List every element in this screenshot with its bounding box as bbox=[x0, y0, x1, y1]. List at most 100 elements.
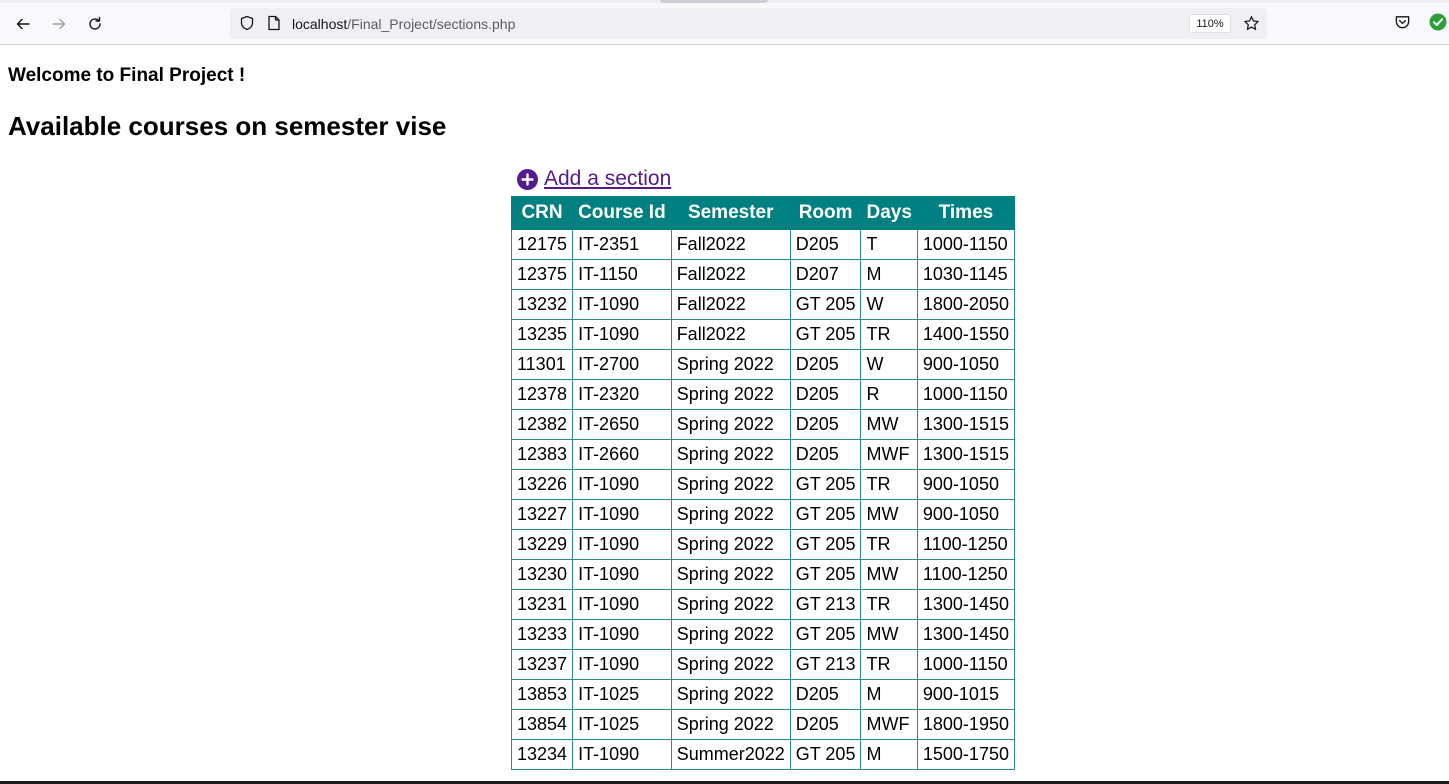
cell-course-id: IT-2700 bbox=[572, 349, 672, 380]
cell-room: GT 205 bbox=[789, 499, 862, 530]
pocket-icon[interactable] bbox=[1394, 14, 1411, 31]
page-title: Available courses on semester vise bbox=[8, 111, 447, 141]
cell-times: 1300-1450 bbox=[916, 619, 1015, 650]
cell-crn: 13237 bbox=[510, 649, 574, 680]
cell-crn: 12175 bbox=[510, 229, 574, 260]
page-icon[interactable] bbox=[267, 15, 281, 31]
cell-times: 1800-1950 bbox=[916, 709, 1015, 740]
table-row: 13226 IT-1090 Spring 2022 GT 205 TR 900-1050 bbox=[510, 469, 1015, 500]
cell-crn: 13227 bbox=[510, 499, 574, 530]
cell-semester: Spring 2022 bbox=[670, 349, 791, 380]
cell-crn: 13233 bbox=[510, 619, 574, 650]
cell-crn: 13235 bbox=[510, 319, 574, 350]
cell-crn: 13229 bbox=[510, 529, 574, 560]
cell-course-id: IT-1090 bbox=[572, 559, 672, 590]
url-host: localhost bbox=[292, 16, 348, 32]
back-arrow-icon bbox=[16, 18, 30, 30]
cell-times: 1800-2050 bbox=[916, 289, 1015, 320]
cell-semester: Spring 2022 bbox=[670, 649, 791, 680]
column-header-times: Times bbox=[916, 196, 1015, 230]
shield-icon[interactable] bbox=[239, 15, 255, 31]
cell-days: TR bbox=[860, 529, 918, 560]
cell-room: GT 205 bbox=[789, 289, 862, 320]
table-row: 13227 IT-1090 Spring 2022 GT 205 MW 900-1050 bbox=[510, 499, 1015, 530]
cell-times: 1300-1515 bbox=[916, 409, 1015, 440]
add-section-link[interactable]: Add a section bbox=[517, 167, 671, 191]
cell-crn: 13853 bbox=[510, 679, 574, 710]
cell-times: 900-1050 bbox=[916, 349, 1015, 380]
cell-course-id: IT-1025 bbox=[572, 679, 672, 710]
cell-course-id: IT-1090 bbox=[572, 589, 672, 620]
cell-crn: 12382 bbox=[510, 409, 574, 440]
add-section-label: Add a section bbox=[544, 167, 672, 190]
cell-crn: 13854 bbox=[510, 709, 574, 740]
table-row: 13229 IT-1090 Spring 2022 GT 205 TR 1100-1250 bbox=[510, 529, 1015, 560]
sections-table: CRN Course Id Semester Room Days Times 12175 I… bbox=[510, 196, 1015, 770]
star-icon[interactable] bbox=[1243, 15, 1260, 32]
cell-days: TR bbox=[860, 319, 918, 350]
cell-crn: 13232 bbox=[510, 289, 574, 320]
cell-semester: Summer2022 bbox=[670, 739, 791, 770]
active-tab-indicator[interactable] bbox=[660, 0, 768, 3]
cell-days: M bbox=[860, 679, 918, 710]
table-row: 12175 IT-2351 Fall2022 D205 T 1000-1150 bbox=[510, 229, 1015, 260]
cell-days: M bbox=[860, 739, 918, 770]
cell-room: D205 bbox=[789, 679, 862, 710]
reload-icon bbox=[89, 16, 101, 30]
reload-button[interactable] bbox=[81, 10, 109, 38]
cell-course-id: IT-1090 bbox=[572, 529, 672, 560]
cell-crn: 13230 bbox=[510, 559, 574, 590]
cell-course-id: IT-1025 bbox=[572, 709, 672, 740]
cell-days: TR bbox=[860, 469, 918, 500]
cell-course-id: IT-1150 bbox=[572, 259, 672, 290]
cell-course-id: IT-2650 bbox=[572, 409, 672, 440]
back-button[interactable] bbox=[9, 10, 37, 38]
table-row: 12375 IT-1150 Fall2022 D207 M 1030-1145 bbox=[510, 259, 1015, 290]
column-header-semester: Semester bbox=[670, 196, 791, 230]
cell-course-id: IT-1090 bbox=[572, 289, 672, 320]
cell-days: W bbox=[860, 289, 918, 320]
cell-days: MWF bbox=[860, 439, 918, 470]
cell-days: TR bbox=[860, 649, 918, 680]
cell-times: 1400-1550 bbox=[916, 319, 1015, 350]
url-text[interactable]: localhost/Final_Project/sections.php bbox=[292, 16, 515, 32]
cell-semester: Spring 2022 bbox=[670, 379, 791, 410]
cell-room: D205 bbox=[789, 349, 862, 380]
cell-room: GT 213 bbox=[789, 589, 862, 620]
forward-button[interactable] bbox=[45, 10, 73, 38]
extension-check-icon[interactable] bbox=[1429, 13, 1447, 31]
table-row: 13854 IT-1025 Spring 2022 D205 MWF 1800-1950 bbox=[510, 709, 1015, 740]
address-bar[interactable]: localhost/Final_Project/sections.php 110… bbox=[230, 8, 1267, 39]
cell-crn: 13231 bbox=[510, 589, 574, 620]
cell-semester: Spring 2022 bbox=[670, 589, 791, 620]
cell-room: GT 205 bbox=[789, 559, 862, 590]
cell-times: 1300-1515 bbox=[916, 439, 1015, 470]
forward-arrow-icon bbox=[52, 18, 66, 30]
cell-semester: Spring 2022 bbox=[670, 439, 791, 470]
cell-crn: 13226 bbox=[510, 469, 574, 500]
cell-semester: Fall2022 bbox=[670, 289, 791, 320]
cell-days: MW bbox=[860, 559, 918, 590]
cell-room: GT 205 bbox=[789, 529, 862, 560]
cell-room: GT 205 bbox=[789, 619, 862, 650]
cell-days: MW bbox=[860, 499, 918, 530]
cell-times: 900-1050 bbox=[916, 499, 1015, 530]
cell-semester: Spring 2022 bbox=[670, 559, 791, 590]
cell-semester: Spring 2022 bbox=[670, 469, 791, 500]
zoom-indicator[interactable]: 110% bbox=[1189, 14, 1231, 33]
table-row: 13231 IT-1090 Spring 2022 GT 213 TR 1300-1450 bbox=[510, 589, 1015, 620]
cell-semester: Fall2022 bbox=[670, 259, 791, 290]
welcome-heading: Welcome to Final Project ! bbox=[8, 65, 246, 86]
cell-crn: 12383 bbox=[510, 439, 574, 470]
browser-toolbar: localhost/Final_Project/sections.php 110… bbox=[0, 0, 1449, 45]
cell-room: D205 bbox=[789, 409, 862, 440]
cell-room: D207 bbox=[789, 259, 862, 290]
cell-semester: Fall2022 bbox=[670, 319, 791, 350]
cell-semester: Spring 2022 bbox=[670, 709, 791, 740]
cell-days: MWF bbox=[860, 709, 918, 740]
table-header: CRN Course Id Semester Room Days Times bbox=[510, 196, 1015, 230]
cell-room: GT 205 bbox=[789, 319, 862, 350]
cell-semester: Fall2022 bbox=[670, 229, 791, 260]
cell-times: 1100-1250 bbox=[916, 559, 1015, 590]
cell-crn: 12378 bbox=[510, 379, 574, 410]
